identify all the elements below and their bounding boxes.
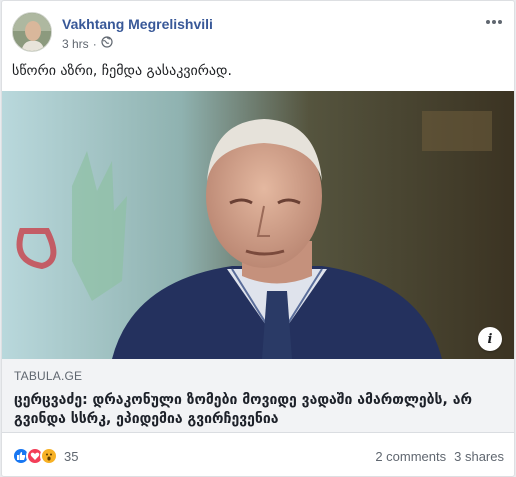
post-timestamp[interactable]: 3 hrs <box>62 37 89 51</box>
meta-separator: · <box>92 36 97 51</box>
link-preview-image[interactable]: i <box>2 91 514 359</box>
post-text: სწორი აზრი, ჩემდა გასაკვირად. <box>12 63 232 79</box>
more-options-icon[interactable] <box>484 14 504 30</box>
avatar-image <box>13 13 51 51</box>
post-footer: 35 2 comments 3 shares <box>12 441 504 471</box>
wow-reaction-icon <box>40 447 58 465</box>
post-header: Vakhtang Megrelishvili 3 hrs · <box>12 12 504 56</box>
feed-post: Vakhtang Megrelishvili 3 hrs · სწორი აზრ… <box>1 0 515 477</box>
engagement-links: 2 comments 3 shares <box>375 449 504 464</box>
author-name[interactable]: Vakhtang Megrelishvili <box>62 16 213 32</box>
link-headline-line: ცერცვაძე: დრაკონული ზომები მოვიდე ვადაში… <box>14 392 472 408</box>
shares-link[interactable]: 3 shares <box>454 449 504 464</box>
link-domain: TABULA.GE <box>14 369 83 383</box>
reactions-summary[interactable]: 35 <box>12 447 78 465</box>
comments-link[interactable]: 2 comments <box>375 449 446 464</box>
link-preview[interactable]: TABULA.GE ცერცვაძე: დრაკონული ზომები მოვ… <box>2 359 514 433</box>
globe-icon[interactable] <box>101 36 113 51</box>
info-icon[interactable]: i <box>478 327 502 351</box>
link-headline-line: გვინდა სსრკ, ეპიდემია გვირჩევენია <box>14 411 279 427</box>
link-headline: ცერცვაძე: დრაკონული ზომები მოვიდე ვადაში… <box>14 391 502 429</box>
reaction-count: 35 <box>64 448 79 464</box>
author-avatar[interactable] <box>12 12 52 52</box>
post-meta: 3 hrs · <box>62 36 113 51</box>
